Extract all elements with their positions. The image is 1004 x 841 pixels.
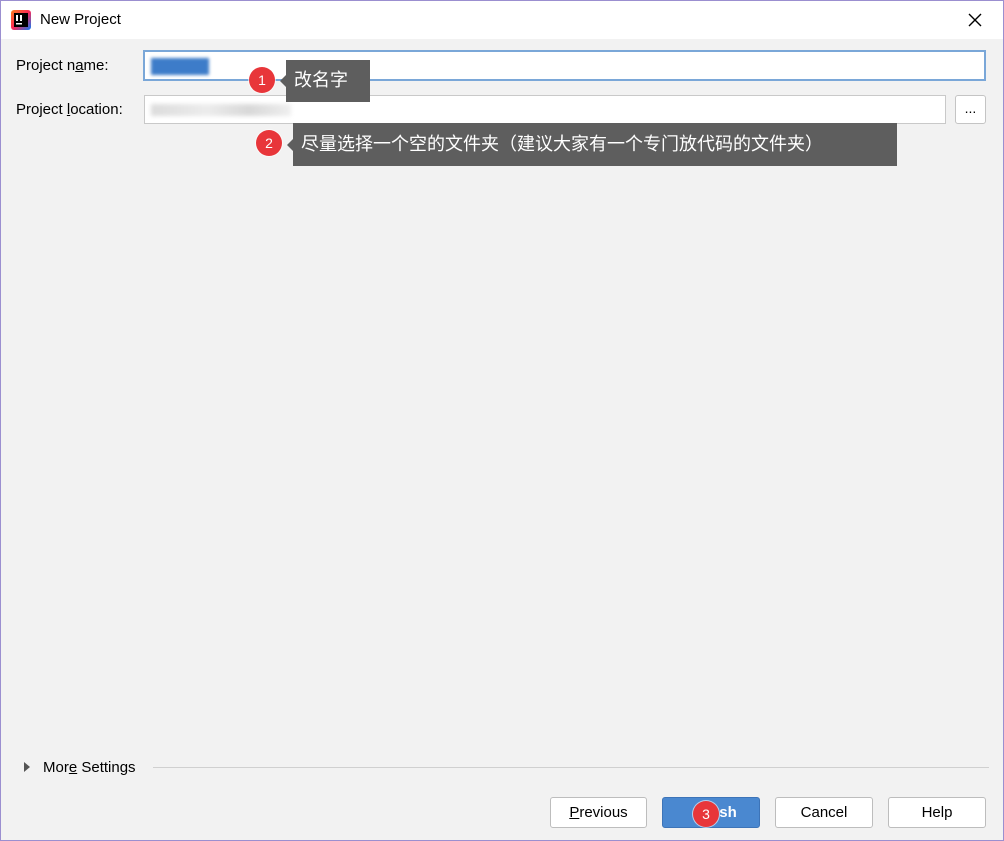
selected-text-redacted (151, 58, 209, 75)
annotation-tooltip-2: 尽量选择一个空的文件夹（建议大家有一个专门放代码的文件夹） (287, 123, 897, 166)
cancel-button[interactable]: Cancel (775, 797, 873, 828)
location-text-redacted (151, 104, 291, 116)
browse-location-button[interactable]: ... (955, 95, 986, 124)
annotation-badge-1: 1 (249, 67, 275, 93)
annotation-badge-2: 2 (256, 130, 282, 156)
more-settings-label: More Settings (43, 758, 136, 776)
close-icon (968, 13, 982, 27)
previous-button[interactable]: Previous (550, 797, 647, 828)
annotation-badge-3: 3 (693, 801, 719, 827)
expand-triangle-icon (24, 762, 30, 772)
intellij-app-icon (11, 10, 31, 30)
settings-divider (153, 767, 989, 768)
new-project-dialog: New Project Project name: Project locati… (0, 0, 1004, 841)
window-title: New Project (40, 11, 121, 28)
project-location-input[interactable] (144, 95, 946, 124)
project-location-label: Project location: (16, 101, 123, 118)
close-button[interactable] (958, 5, 992, 35)
more-settings-toggle[interactable]: More Settings (21, 757, 136, 777)
annotation-tooltip-1: 改名字 (280, 60, 370, 102)
project-name-label: Project name: (16, 57, 109, 74)
title-bar: New Project (1, 1, 1003, 39)
help-button[interactable]: Help (888, 797, 986, 828)
